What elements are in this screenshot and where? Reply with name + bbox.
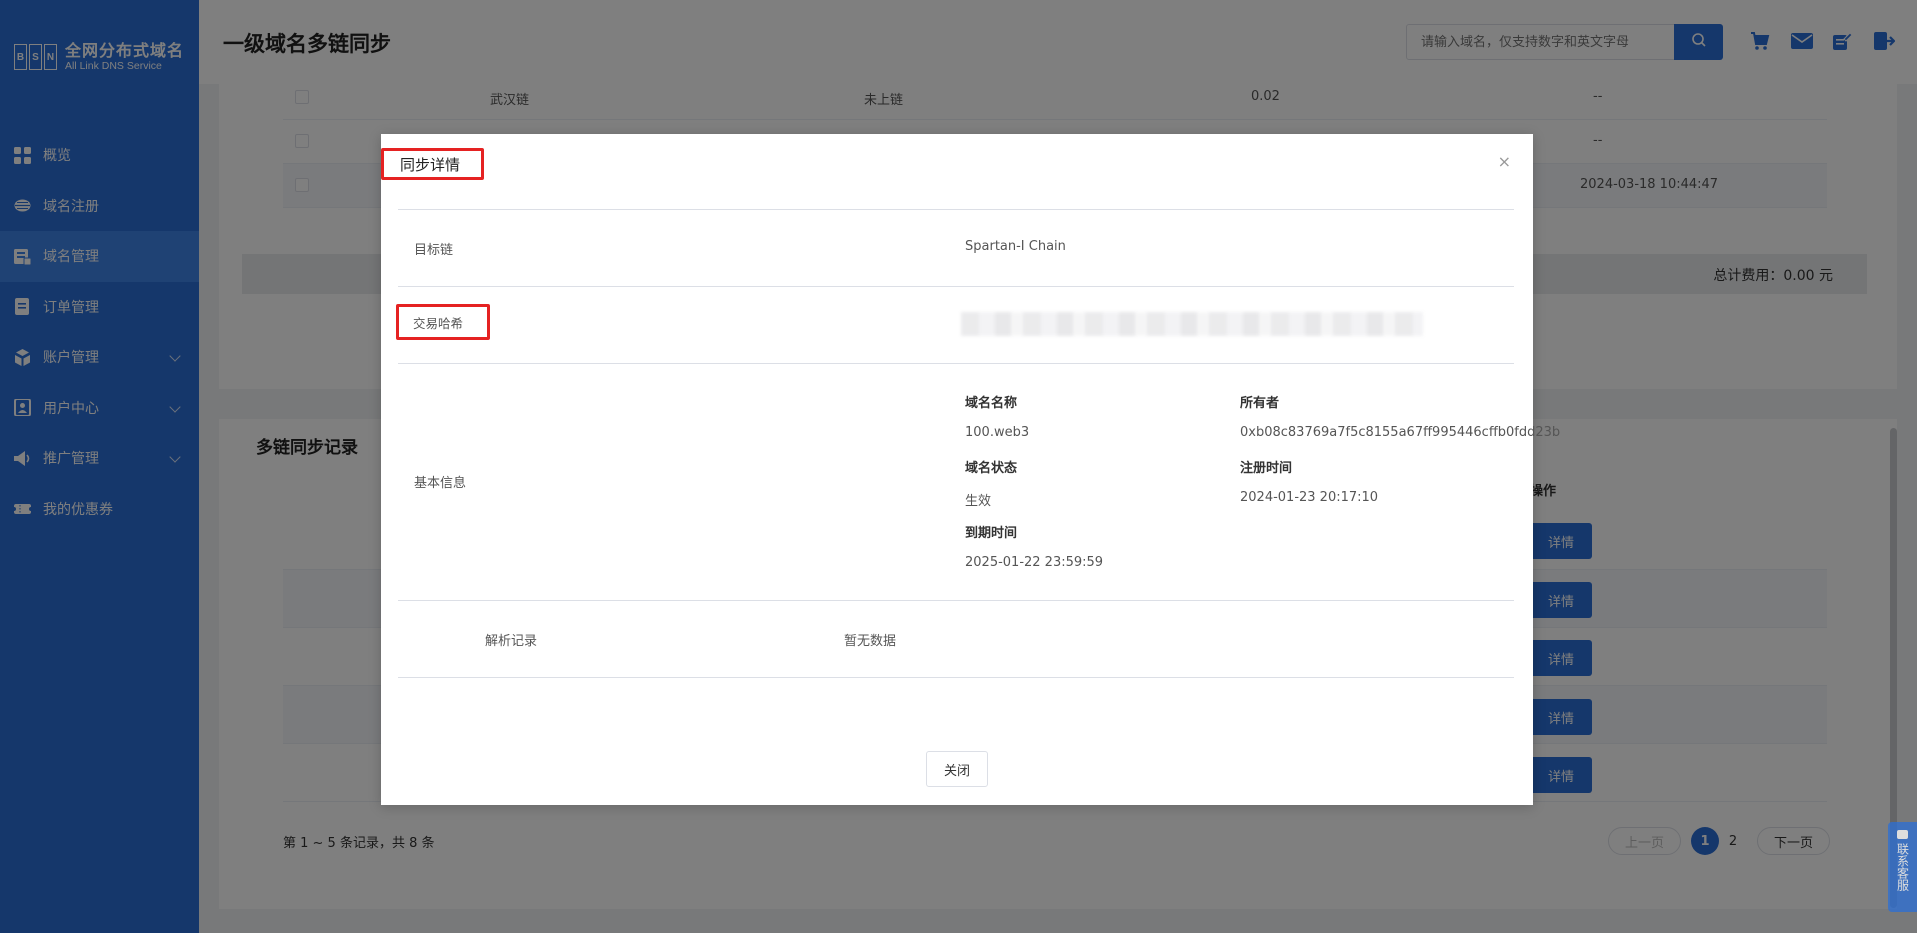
owner-value: 0xb08c83769a7f5c8155a67ff995446cffb0fdd2… bbox=[1240, 425, 1561, 440]
expire-time-label: 到期时间 bbox=[965, 526, 1018, 541]
chat-icon bbox=[1897, 830, 1908, 839]
expire-time-value: 2025-01-22 23:59:59 bbox=[965, 555, 1104, 570]
resolve-record-label: 解析记录 bbox=[485, 634, 538, 649]
domain-name-label: 域名名称 bbox=[965, 396, 1018, 411]
domain-status-value: 生效 bbox=[965, 494, 992, 509]
divider bbox=[398, 677, 1514, 678]
resolve-record-empty: 暂无数据 bbox=[844, 634, 897, 649]
contact-service-button[interactable]: 联系客服 bbox=[1888, 822, 1917, 912]
divider bbox=[398, 363, 1514, 364]
divider bbox=[398, 286, 1514, 287]
basic-info-label: 基本信息 bbox=[414, 476, 467, 491]
dialog-title: 同步详情 bbox=[381, 148, 484, 180]
target-chain-label: 目标链 bbox=[414, 243, 454, 258]
reg-time-value: 2024-01-23 20:17:10 bbox=[1240, 490, 1379, 505]
divider bbox=[398, 600, 1514, 601]
close-icon[interactable]: × bbox=[1498, 152, 1511, 171]
tx-hash-value-blurred bbox=[961, 312, 1423, 336]
domain-status-label: 域名状态 bbox=[965, 461, 1018, 476]
reg-time-label: 注册时间 bbox=[1240, 461, 1293, 476]
divider bbox=[398, 209, 1514, 210]
tx-hash-label: 交易哈希 bbox=[396, 304, 490, 340]
owner-label: 所有者 bbox=[1240, 396, 1280, 411]
contact-service-label: 联系客服 bbox=[1895, 843, 1910, 891]
sync-detail-dialog: 同步详情 × 目标链 Spartan-I Chain 交易哈希 基本信息 域名名… bbox=[381, 134, 1560, 805]
target-chain-value: Spartan-I Chain bbox=[965, 239, 1066, 254]
close-button[interactable]: 关闭 bbox=[926, 751, 988, 787]
domain-name-value: 100.web3 bbox=[965, 425, 1030, 440]
